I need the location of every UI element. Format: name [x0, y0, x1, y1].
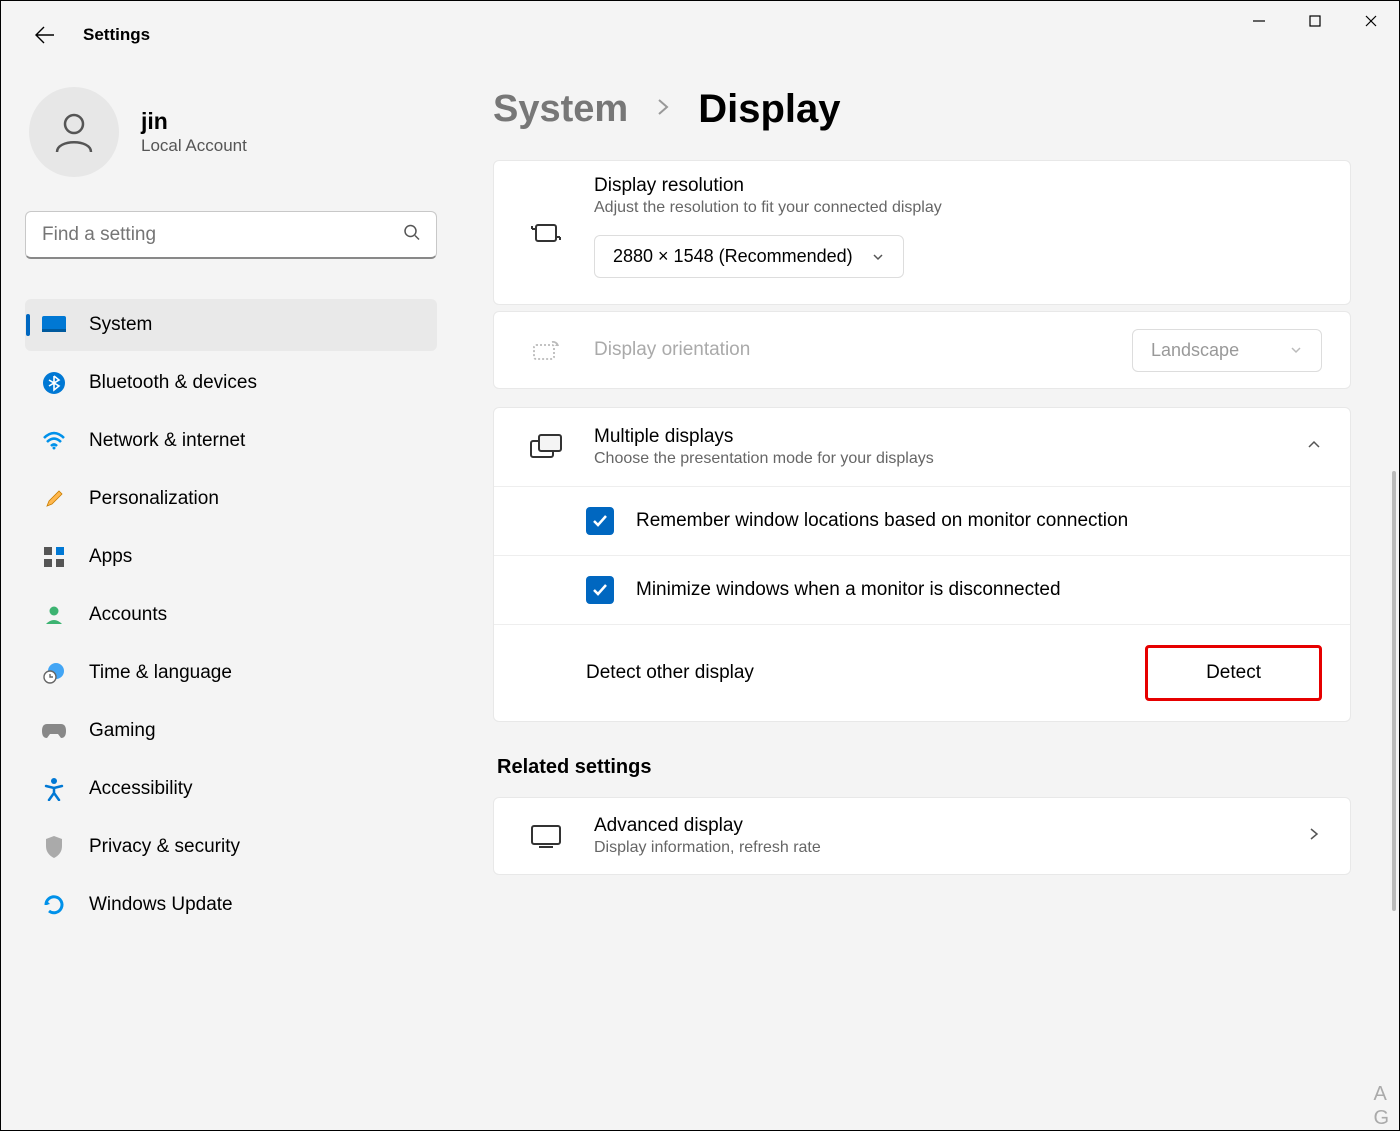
nav-item-system[interactable]: System — [25, 299, 437, 351]
monitor-icon — [522, 823, 570, 849]
nav-label: Time & language — [89, 662, 232, 684]
nav-label: Personalization — [89, 488, 219, 510]
search-input[interactable] — [25, 211, 437, 259]
advanced-sub: Display information, refresh rate — [594, 839, 1306, 857]
shield-icon — [41, 834, 67, 860]
breadcrumb: System Display — [493, 81, 1351, 132]
orientation-title: Display orientation — [594, 339, 750, 361]
orientation-value: Landscape — [1151, 340, 1239, 361]
nav-label: System — [89, 314, 152, 336]
checkbox-label: Minimize windows when a monitor is disco… — [636, 579, 1322, 601]
wifi-icon — [41, 428, 67, 454]
nav-item-network[interactable]: Network & internet — [25, 415, 437, 467]
profile-name: jin — [141, 108, 247, 136]
app-header: Settings — [1, 1, 1399, 69]
nav-item-update[interactable]: Windows Update — [25, 879, 437, 931]
profile-block[interactable]: jin Local Account — [25, 87, 437, 177]
resolution-sub: Adjust the resolution to fit your connec… — [594, 199, 1322, 217]
chevron-down-icon — [1289, 343, 1303, 357]
resolution-value: 2880 × 1548 (Recommended) — [613, 246, 853, 267]
brush-icon — [41, 486, 67, 512]
maximize-icon — [1308, 14, 1322, 28]
maximize-button[interactable] — [1287, 1, 1343, 41]
nav-item-privacy[interactable]: Privacy & security — [25, 821, 437, 873]
avatar — [29, 87, 119, 177]
back-arrow-icon — [34, 24, 56, 46]
checkbox-remember[interactable] — [586, 507, 614, 535]
nav-label: Bluetooth & devices — [89, 372, 257, 394]
related-heading: Related settings — [497, 756, 1351, 779]
orientation-icon — [522, 337, 570, 363]
resolution-dropdown[interactable]: 2880 × 1548 (Recommended) — [594, 235, 904, 278]
orientation-dropdown: Landscape — [1132, 329, 1322, 372]
close-button[interactable] — [1343, 1, 1399, 41]
sidebar: jin Local Account System Bluetooth & dev… — [1, 81, 461, 1130]
nav-item-personalization[interactable]: Personalization — [25, 473, 437, 525]
resolution-icon — [522, 220, 570, 246]
multiple-sub: Choose the presentation mode for your di… — [594, 450, 1306, 468]
back-button[interactable] — [29, 19, 61, 51]
nav-item-accessibility[interactable]: Accessibility — [25, 763, 437, 815]
checkbox-minimize[interactable] — [586, 576, 614, 604]
nav-label: Privacy & security — [89, 836, 240, 858]
nav-label: Network & internet — [89, 430, 245, 452]
minimize-icon — [1252, 14, 1266, 28]
breadcrumb-current: Display — [698, 87, 840, 132]
nav-label: Accessibility — [89, 778, 192, 800]
watermark-line: G — [1373, 1106, 1389, 1130]
checkbox-row-remember: Remember window locations based on monit… — [494, 487, 1350, 556]
card-display-orientation: Display orientation Landscape — [493, 311, 1351, 389]
minimize-button[interactable] — [1231, 1, 1287, 41]
nav-item-apps[interactable]: Apps — [25, 531, 437, 583]
resolution-title: Display resolution — [594, 175, 1322, 197]
checkbox-label: Remember window locations based on monit… — [636, 510, 1322, 532]
check-icon — [591, 512, 609, 530]
advanced-title: Advanced display — [594, 815, 1306, 837]
accessibility-icon — [41, 776, 67, 802]
card-multiple-displays: Multiple displays Choose the presentatio… — [493, 407, 1351, 722]
checkbox-row-minimize: Minimize windows when a monitor is disco… — [494, 556, 1350, 625]
person-icon — [50, 108, 98, 156]
nav-item-gaming[interactable]: Gaming — [25, 705, 437, 757]
clock-globe-icon — [41, 660, 67, 686]
nav-label: Apps — [89, 546, 132, 568]
watermark-line: A — [1373, 1082, 1389, 1106]
window-controls — [1231, 1, 1399, 41]
nav-label: Gaming — [89, 720, 156, 742]
watermark: A G — [1373, 1082, 1389, 1130]
card-display-resolution: Display resolution Adjust the resolution… — [493, 160, 1351, 305]
nav-item-accounts[interactable]: Accounts — [25, 589, 437, 641]
search-box — [25, 211, 437, 259]
app-title: Settings — [83, 25, 150, 45]
gamepad-icon — [41, 718, 67, 744]
chevron-up-icon — [1306, 437, 1322, 458]
search-icon — [403, 224, 421, 247]
detect-row: Detect other display Detect — [494, 625, 1350, 721]
main-content: System Display Display resolution Adjust… — [461, 81, 1399, 1130]
multiple-displays-header[interactable]: Multiple displays Choose the presentatio… — [494, 408, 1350, 487]
detect-label: Detect other display — [586, 662, 754, 684]
update-icon — [41, 892, 67, 918]
nav-item-time[interactable]: Time & language — [25, 647, 437, 699]
chevron-right-icon — [652, 96, 674, 123]
profile-type: Local Account — [141, 136, 247, 156]
bluetooth-icon — [41, 370, 67, 396]
card-advanced-display[interactable]: Advanced display Display information, re… — [493, 797, 1351, 875]
nav-label: Accounts — [89, 604, 167, 626]
nav-item-bluetooth[interactable]: Bluetooth & devices — [25, 357, 437, 409]
accounts-icon — [41, 602, 67, 628]
system-icon — [41, 312, 67, 338]
chevron-down-icon — [871, 250, 885, 264]
scrollbar[interactable] — [1392, 471, 1396, 911]
multiple-title: Multiple displays — [594, 426, 1306, 448]
detect-button[interactable]: Detect — [1145, 645, 1322, 701]
nav-list: System Bluetooth & devices Network & int… — [25, 299, 437, 931]
nav-label: Windows Update — [89, 894, 233, 916]
breadcrumb-parent[interactable]: System — [493, 88, 628, 131]
chevron-right-icon — [1306, 826, 1322, 847]
close-icon — [1364, 14, 1378, 28]
check-icon — [591, 581, 609, 599]
multiple-displays-icon — [522, 433, 570, 461]
apps-icon — [41, 544, 67, 570]
